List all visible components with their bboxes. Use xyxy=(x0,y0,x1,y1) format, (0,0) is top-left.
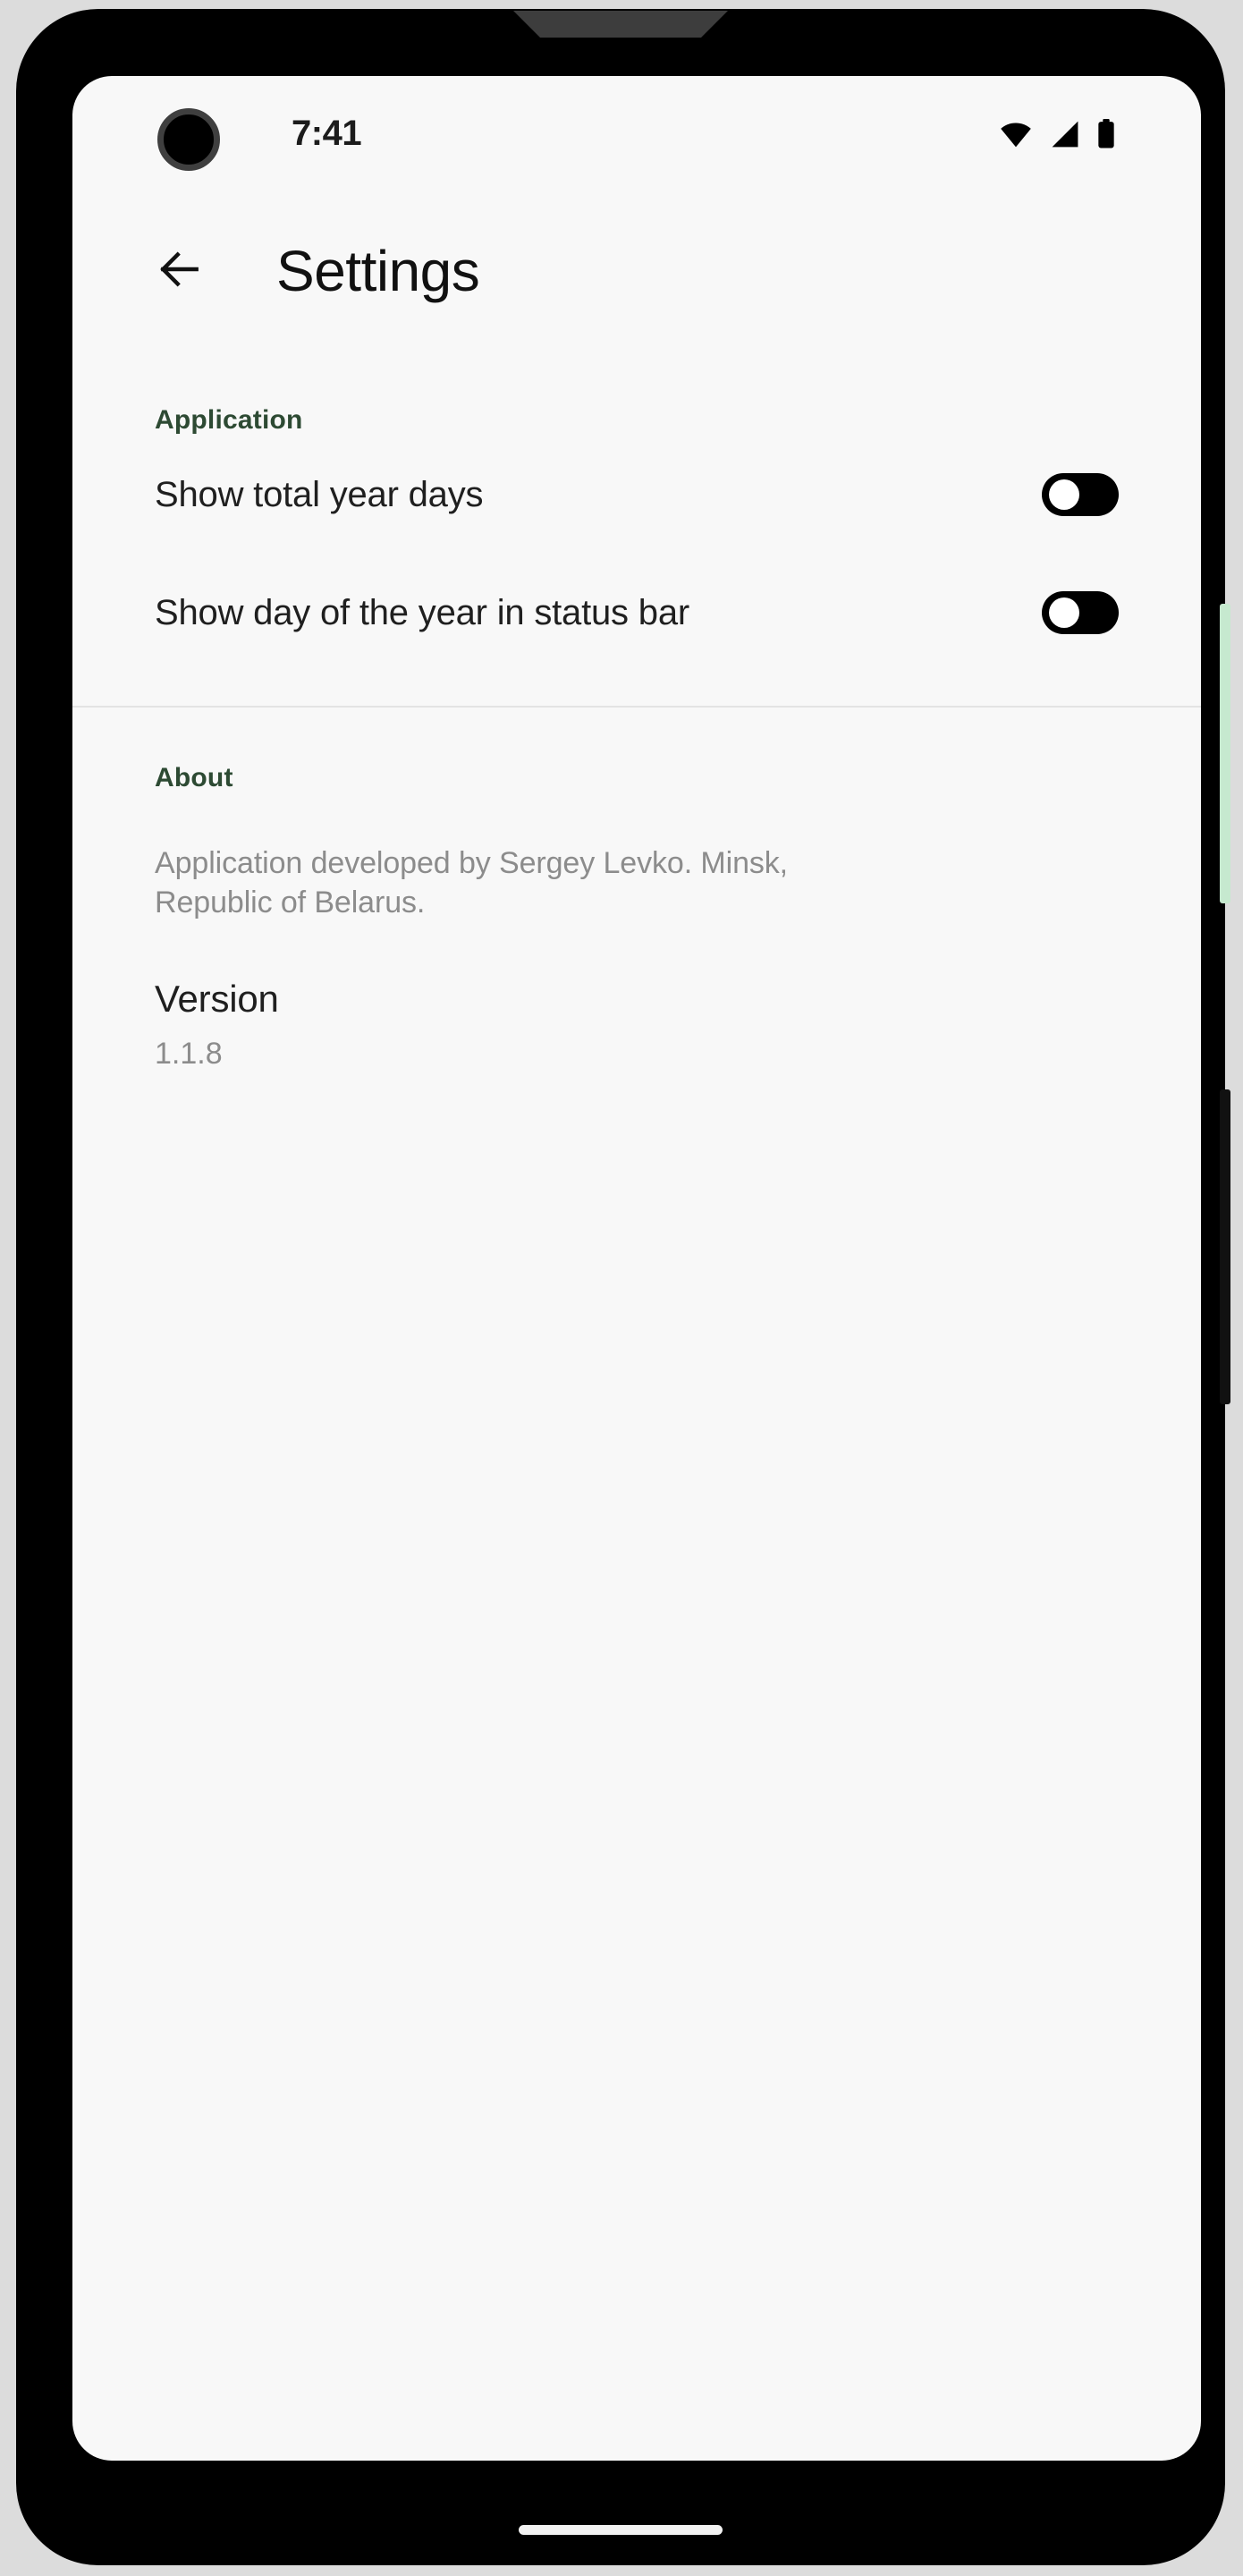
status-bar: 7:41 xyxy=(72,76,1201,192)
phone-device-frame: 7:41 Settings Application Show total yea… xyxy=(16,9,1230,2565)
home-gesture-bar[interactable] xyxy=(519,2525,723,2535)
status-bar-time: 7:41 xyxy=(292,114,362,153)
wifi-icon xyxy=(998,120,1034,148)
section-header-about: About xyxy=(155,763,233,792)
toggle-thumb xyxy=(1049,597,1079,628)
version-block: Version 1.1.8 xyxy=(72,922,1201,1072)
toggle-show-day-of-year-in-status-bar[interactable] xyxy=(1042,591,1119,634)
pref-label: Show total year days xyxy=(155,474,484,514)
toggle-show-total-year-days[interactable] xyxy=(1042,473,1119,516)
front-camera-punch-hole-icon xyxy=(157,108,220,171)
pref-row-show-total-year-days[interactable]: Show total year days xyxy=(72,436,1201,554)
toggle-thumb xyxy=(1049,479,1079,510)
app-bar: Settings xyxy=(72,192,1201,350)
status-bar-icons xyxy=(998,119,1116,149)
application-section: Application Show total year days Show da… xyxy=(72,350,1201,708)
cellular-signal-icon xyxy=(1049,120,1081,148)
screenshot-root: 7:41 Settings Application Show total yea… xyxy=(0,0,1243,2576)
pref-label: Show day of the year in status bar xyxy=(155,592,689,632)
pref-row-show-day-of-year-in-status-bar[interactable]: Show day of the year in status bar xyxy=(72,554,1201,672)
version-title: Version xyxy=(155,978,279,1021)
earpiece-speaker-notch xyxy=(513,11,728,38)
about-section: About Application developed by Sergey Le… xyxy=(72,708,1201,1072)
phone-screen: 7:41 Settings Application Show total yea… xyxy=(72,76,1201,2461)
arrow-back-icon xyxy=(155,244,205,299)
back-button[interactable] xyxy=(155,246,205,296)
volume-button[interactable] xyxy=(1220,604,1230,903)
section-header-application: Application xyxy=(155,405,303,435)
power-button[interactable] xyxy=(1220,1089,1230,1404)
battery-icon xyxy=(1096,119,1116,149)
page-title: Settings xyxy=(276,239,480,303)
version-value: 1.1.8 xyxy=(155,1037,223,1072)
about-description: Application developed by Sergey Levko. M… xyxy=(155,846,789,920)
